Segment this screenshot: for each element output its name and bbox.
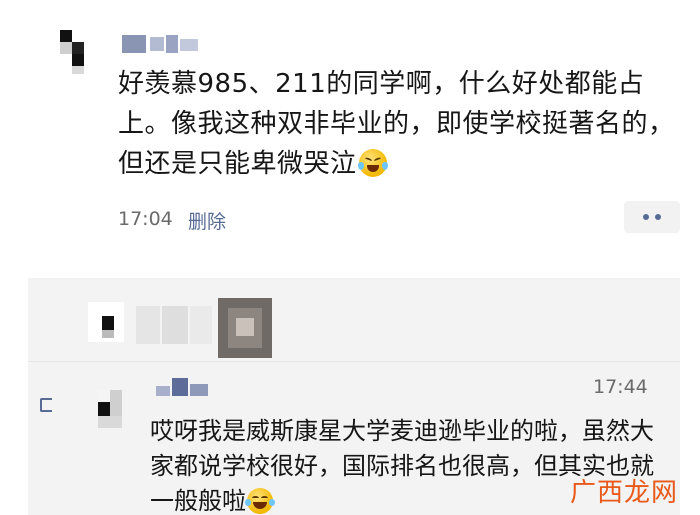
divider [28,361,680,362]
post-content: 好羡慕985、211的同学啊，什么好处都能占上。像我这种双非毕业的，即使学校挺著… [118,64,678,184]
comment-time: 17:44 [593,376,648,398]
avatar[interactable] [60,30,96,74]
post-text: 好羡慕985、211的同学啊，什么好处都能占上。像我这种双非毕业的，即使学校挺著… [118,69,675,179]
more-actions-button[interactable] [624,201,680,233]
more-dot-icon [643,214,649,220]
moment-post: 好羡慕985、211的同学啊，什么好处都能占上。像我这种双非毕业的，即使学校挺著… [0,0,700,262]
avatar[interactable] [218,298,272,358]
delete-link[interactable]: 删除 [188,207,226,234]
avatar[interactable] [88,302,124,342]
avatar[interactable] [136,300,216,350]
username-redacted[interactable] [156,378,212,396]
comment-icon [40,398,52,412]
like-row [28,278,680,360]
avatar[interactable] [98,390,134,430]
post-time: 17:04 [118,208,173,230]
crying-face-icon [357,149,388,177]
laughing-tears-icon [245,488,275,514]
watermark: 广西龙网 [570,478,679,508]
more-dot-icon [655,214,661,220]
username-redacted[interactable] [122,35,202,53]
